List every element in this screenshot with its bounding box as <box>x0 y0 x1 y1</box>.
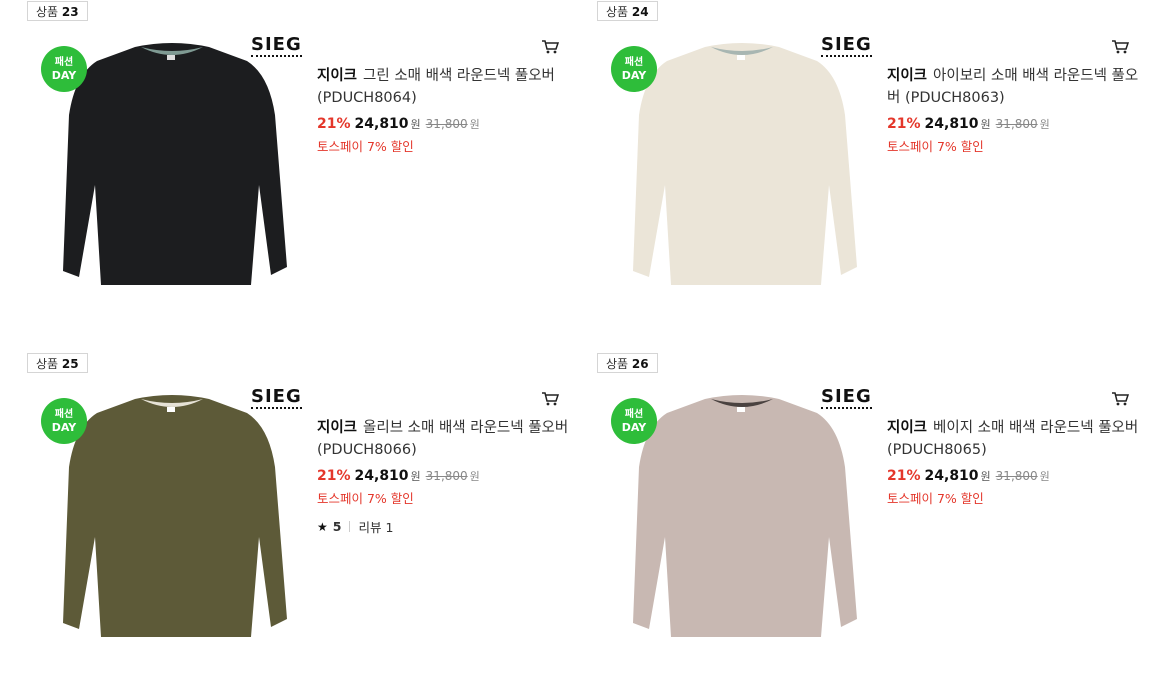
rank-label: 상품 24 <box>597 1 658 21</box>
original-price: 31,800 <box>425 117 468 131</box>
sale-price: 24,810 <box>354 116 409 132</box>
toss-benefit: 토스페이 7% 할인 <box>317 139 414 154</box>
brand-logo: SIEG <box>251 386 302 409</box>
product-card[interactable]: 상품 23 패션 DAY SIEG 지이크 그린 소매 배색 라운드넥 풀오버 (P… <box>27 1 587 321</box>
toss-benefit: 토스페이 7% 할인 <box>887 491 984 506</box>
sweater-body <box>633 43 857 285</box>
review-count: 리뷰 1 <box>358 520 394 535</box>
brand-logo: SIEG <box>251 34 302 57</box>
price-row: 21% 24,810 원 31,800 원 <box>887 468 1050 484</box>
cart-icon[interactable] <box>1111 391 1129 407</box>
discount-rate: 21% <box>317 116 351 132</box>
fashion-day-badge: 패션 DAY <box>611 398 657 444</box>
divider <box>349 521 351 532</box>
product-info: 지이크 베이지 소매 배색 라운드넥 풀오버 (PDUCH8065) 21% 24,… <box>887 417 1147 507</box>
rank-label: 상품 26 <box>597 353 658 373</box>
brand-logo: SIEG <box>821 34 872 57</box>
product-card[interactable]: 상품 24 패션 DAY SIEG 지이크 아이보리 소매 배색 라운드넥 풀오버 … <box>597 1 1151 321</box>
cart-icon[interactable] <box>541 391 559 407</box>
original-price: 31,800 <box>995 117 1038 131</box>
fashion-day-badge: 패션 DAY <box>41 46 87 92</box>
product-title[interactable]: 지이크 올리브 소매 배색 라운드넥 풀오버 (PDUCH8066) <box>317 417 577 461</box>
price-row: 21% 24,810 원 31,800 원 <box>317 116 480 132</box>
price-row: 21% 24,810 원 31,800 원 <box>887 116 1050 132</box>
sweater-tag <box>737 55 745 60</box>
sweater-tag <box>167 407 175 412</box>
brand-logo: SIEG <box>821 386 872 409</box>
product-card[interactable]: 상품 25 패션 DAY SIEG 지이크 올리브 소매 배색 라운드넥 풀오버 (… <box>27 353 587 673</box>
toss-benefit: 토스페이 7% 할인 <box>317 491 414 506</box>
sweater-body <box>633 395 857 637</box>
discount-rate: 21% <box>887 468 921 484</box>
discount-rate: 21% <box>887 116 921 132</box>
product-title[interactable]: 지이크 아이보리 소매 배색 라운드넥 풀오버 (PDUCH8063) <box>887 65 1147 109</box>
discount-rate: 21% <box>317 468 351 484</box>
product-info: 지이크 아이보리 소매 배색 라운드넥 풀오버 (PDUCH8063) 21% 24… <box>887 65 1147 155</box>
rating-score: 5 <box>332 519 342 534</box>
product-info: 지이크 올리브 소매 배색 라운드넥 풀오버 (PDUCH8066) 21% 24,… <box>317 417 577 536</box>
price-row: 21% 24,810 원 31,800 원 <box>317 468 480 484</box>
sweater-body <box>63 395 287 637</box>
sale-price: 24,810 <box>924 116 979 132</box>
rank-label: 상품 23 <box>27 1 88 21</box>
sweater-tag <box>737 407 745 412</box>
cart-icon[interactable] <box>541 39 559 55</box>
original-price: 31,800 <box>425 469 468 483</box>
star-icon: ★ <box>317 519 328 534</box>
cart-icon[interactable] <box>1111 39 1129 55</box>
sale-price: 24,810 <box>924 468 979 484</box>
product-info: 지이크 그린 소매 배색 라운드넥 풀오버 (PDUCH8064) 21% 24,8… <box>317 65 577 155</box>
fashion-day-badge: 패션 DAY <box>611 46 657 92</box>
sale-price: 24,810 <box>354 468 409 484</box>
product-title[interactable]: 지이크 베이지 소매 배색 라운드넥 풀오버 (PDUCH8065) <box>887 417 1147 461</box>
toss-benefit: 토스페이 7% 할인 <box>887 139 984 154</box>
fashion-day-badge: 패션 DAY <box>41 398 87 444</box>
original-price: 31,800 <box>995 469 1038 483</box>
sweater-body <box>63 43 287 285</box>
product-title[interactable]: 지이크 그린 소매 배색 라운드넥 풀오버 (PDUCH8064) <box>317 65 577 109</box>
rank-label: 상품 25 <box>27 353 88 373</box>
sweater-tag <box>167 55 175 60</box>
product-card[interactable]: 상품 26 패션 DAY SIEG 지이크 베이지 소매 배색 라운드넥 풀오버 (… <box>597 353 1151 673</box>
review-summary[interactable]: ★ 5 리뷰 1 <box>317 517 577 536</box>
